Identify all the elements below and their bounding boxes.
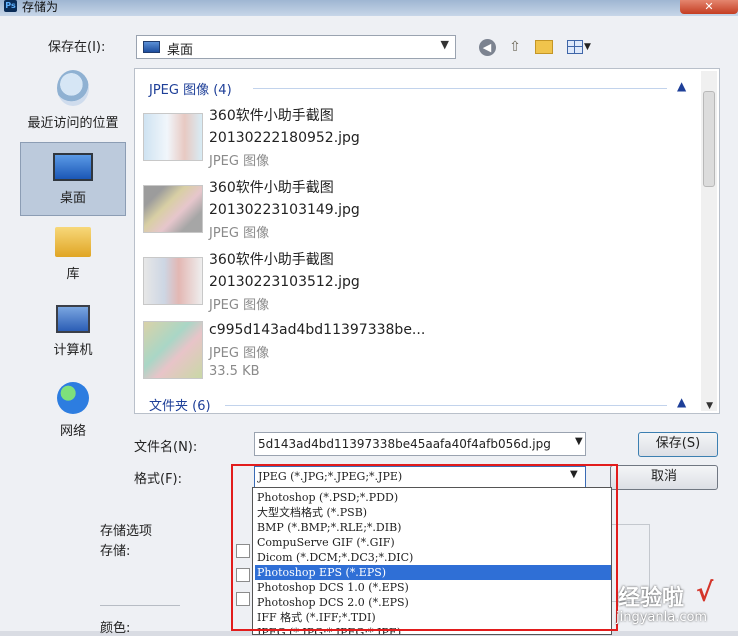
format-option[interactable]: Dicom (*.DCM;*.DC3;*.DIC) [255,550,611,565]
group-divider [225,405,667,406]
window-title: 存储为 [22,0,59,14]
photoshop-icon: Ps [4,0,17,12]
file-list[interactable]: JPEG 图像 (4) ▲ 360软件小助手截图 20130222180952.… [134,68,720,414]
places-bar: 最近访问的位置 桌面 库 计算机 网络 [14,62,132,452]
group-divider [253,88,667,89]
close-icon: ✕ [704,0,714,13]
file-size: 33.5 KB [209,364,260,379]
chevron-down-icon[interactable]: ▼ [575,436,583,447]
watermark-check-icon: √ [696,578,714,608]
watermark-url: jingyanla.com [616,610,708,625]
desktop-icon [143,41,160,53]
format-dropdown[interactable]: JPEG (*.JPG;*.JPEG;*.JPE) [254,466,586,488]
format-option[interactable]: IFF 格式 (*.IFF;*.TDI) [255,610,611,625]
format-option[interactable]: CompuServe GIF (*.GIF) [255,535,611,550]
file-thumbnail [143,257,203,305]
new-folder-button[interactable] [532,37,556,57]
file-type: JPEG 图像 [209,298,270,313]
file-type: JPEG 图像 [209,154,270,169]
location-dropdown[interactable]: 桌面 ▼ [136,35,456,59]
place-library[interactable]: 库 [20,227,126,297]
chevron-up-icon[interactable]: ▲ [677,79,686,93]
format-option[interactable]: 大型文档格式 (*.PSB) [255,505,611,520]
up-folder-button[interactable]: ⇧ [504,37,526,57]
format-dropdown-list[interactable]: Photoshop (*.PSD;*.PDD) 大型文档格式 (*.PSB) B… [252,487,612,635]
file-thumbnail [143,321,203,379]
format-option[interactable]: Photoshop (*.PSD;*.PDD) [255,490,611,505]
save-options-label: 存储: [100,544,131,559]
chevron-down-icon: ▼ [440,38,449,51]
options-divider [100,605,180,606]
library-icon [55,227,91,257]
watermark-text: 经验啦 [618,586,685,611]
views-menu-icon [567,40,584,54]
close-button[interactable]: ✕ [680,0,738,14]
save-button[interactable]: 保存(S) [638,432,718,457]
scroll-down-icon[interactable]: ▼ [706,401,713,411]
file-name: 360软件小助手截图 [209,180,334,196]
new-folder-icon [535,40,553,54]
up-folder-icon: ⇧ [509,39,521,55]
file-name: c995d143ad4bd11397338be... [209,322,426,338]
desktop-icon [53,153,93,181]
back-button[interactable]: ◀ [476,37,498,57]
place-label: 计算机 [53,343,93,358]
views-menu-button[interactable]: ▼ [562,37,596,57]
file-item[interactable]: 360软件小助手截图 20130223103149.jpg JPEG 图像 [143,177,583,243]
file-name-line2: 20130222180952.jpg [209,130,360,146]
file-name: 360软件小助手截图 [209,252,334,268]
recent-places-icon [57,70,89,106]
place-computer[interactable]: 计算机 [20,305,126,377]
chevron-up-icon[interactable]: ▲ [677,395,686,409]
save-option-checkbox[interactable] [236,544,250,558]
format-label: 格式(F): [134,472,183,487]
file-item[interactable]: 360软件小助手截图 20130222180952.jpg JPEG 图像 [143,105,583,171]
computer-icon [56,305,90,333]
title-bar: Ps 存储为 ✕ [0,0,738,16]
format-option[interactable]: BMP (*.BMP;*.RLE;*.DIB) [255,520,611,535]
group-header-jpeg[interactable]: JPEG 图像 (4) [149,79,232,98]
scrollbar-thumb[interactable] [703,91,715,187]
file-item[interactable]: 360软件小助手截图 20130223103512.jpg JPEG 图像 [143,249,583,315]
file-name-line2: 20130223103149.jpg [209,202,360,218]
save-options-title: 存储选项 [100,524,153,539]
place-label: 网络 [59,424,86,439]
group-header-folders[interactable]: 文件夹 (6) [149,395,211,413]
chevron-down-icon[interactable]: ▼ [570,469,578,480]
save-in-label: 保存在(I): [48,40,106,55]
format-option[interactable]: JPEG (*.JPG;*.JPEG;*.JPE) [255,625,611,634]
network-icon [57,382,89,414]
file-thumbnail [143,185,203,233]
back-icon: ◀ [478,38,496,56]
filename-label: 文件名(N): [134,440,198,455]
place-label: 桌面 [59,191,86,206]
cancel-button[interactable]: 取消 [610,465,718,490]
chevron-down-icon: ▼ [584,42,591,52]
file-thumbnail [143,113,203,161]
color-options-label: 颜色: [100,621,131,636]
place-label: 最近访问的位置 [27,116,119,131]
format-option[interactable]: Photoshop DCS 1.0 (*.EPS) [255,580,611,595]
place-desktop[interactable]: 桌面 [20,142,126,216]
filename-input[interactable]: 5d143ad4bd11397338be45aafa40f4afb056d.jp… [254,432,586,456]
place-network[interactable]: 网络 [20,382,126,452]
save-option-checkbox[interactable] [236,568,250,582]
file-name: 360软件小助手截图 [209,108,334,124]
file-type: JPEG 图像 [209,226,270,241]
save-option-checkbox[interactable] [236,592,250,606]
place-recent-locations[interactable]: 最近访问的位置 [20,70,126,142]
file-type: JPEG 图像 [209,346,270,361]
format-option-selected[interactable]: Photoshop EPS (*.EPS) [255,565,611,580]
location-value: 桌面 [167,43,194,58]
format-option[interactable]: Photoshop DCS 2.0 (*.EPS) [255,595,611,610]
file-item[interactable]: c995d143ad4bd11397338be... JPEG 图像 33.5 … [143,319,583,385]
file-name-line2: 20130223103512.jpg [209,274,360,290]
place-label: 库 [66,267,80,282]
